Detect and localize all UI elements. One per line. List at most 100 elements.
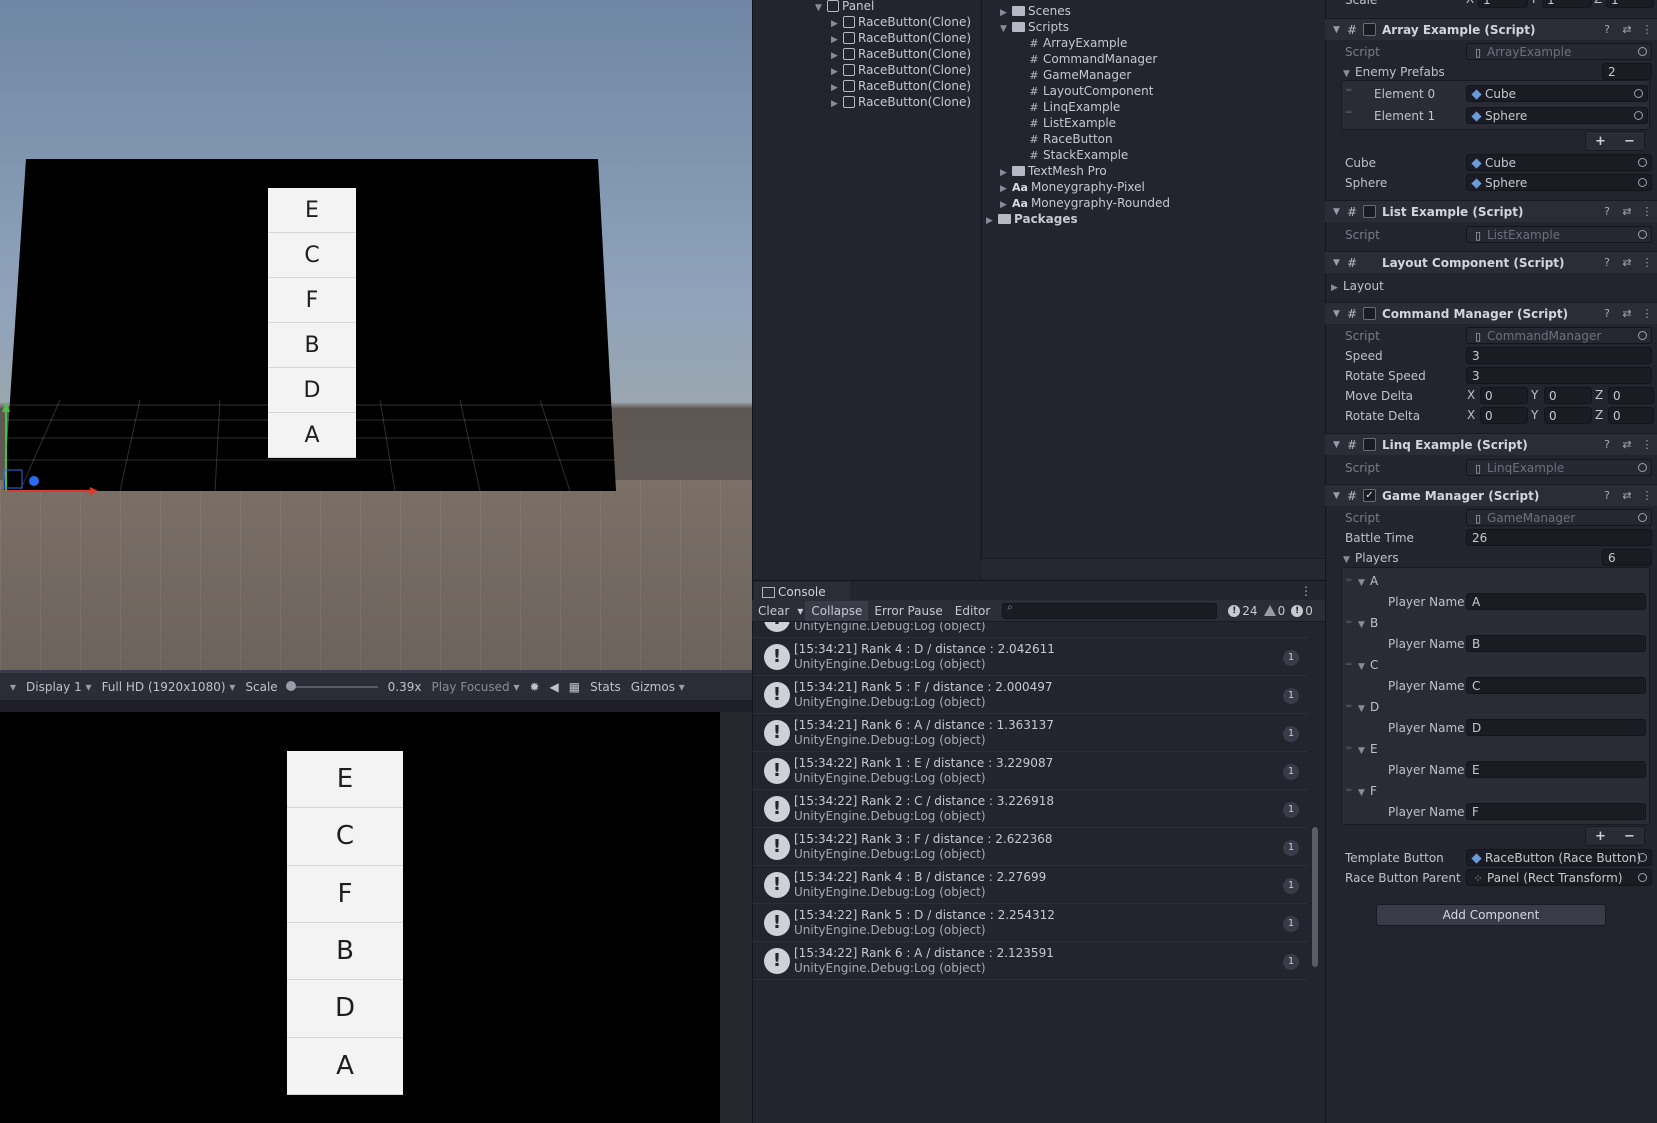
move-delta-y-field[interactable]: 0 [1544,387,1592,404]
console-log-list[interactable]: !UnityEngine.Debug:Log (object) ![15:34:… [752,622,1307,982]
console-log-entry[interactable]: ! [15:34:22] Rank 5 : D / distance : 2.25… [752,904,1307,942]
help-icon[interactable]: ? [1597,23,1617,36]
component-header-array-example[interactable]: ▼ # Array Example (Script) ? ⇄ ⋮ [1325,18,1657,40]
help-icon[interactable]: ? [1597,438,1617,451]
warning-count-toggle[interactable]: 0 [1261,604,1289,618]
console-log-entry[interactable]: ! [15:34:22] Rank 4 : B / distance : 2.27… [752,866,1307,904]
stats-button[interactable]: Stats [590,680,621,694]
triangle-down-icon[interactable]: ▼ [1358,700,1370,718]
triangle-down-icon[interactable]: ▼ [1358,658,1370,676]
object-picker-icon[interactable] [1638,463,1647,472]
project-script-file[interactable]: # ListExample [1028,115,1116,131]
scale-y-field[interactable]: 1 [1542,0,1592,8]
game-view[interactable]: E C F B D A [0,712,720,1123]
preset-icon[interactable]: ⇄ [1617,438,1637,451]
clear-button[interactable]: Clear [752,601,795,621]
console-log-entry[interactable]: !UnityEngine.Debug:Log (object) [752,622,1307,638]
component-enable-checkbox[interactable]: ✓ [1363,489,1376,502]
object-picker-icon[interactable] [1638,873,1647,882]
cube-field[interactable]: Cube [1466,154,1652,171]
kebab-menu-icon[interactable]: ⋮ [1637,489,1657,502]
kebab-menu-icon[interactable]: ⋮ [1637,438,1657,451]
console-scroll-thumb[interactable] [1312,827,1318,967]
display-dropdown[interactable]: Display 1 [26,680,92,694]
drag-handle-icon[interactable]: ═ [1346,576,1351,586]
triangle-down-icon[interactable]: ▼ [1333,309,1347,319]
kebab-menu-icon[interactable]: ⋮ [1637,307,1657,320]
object-picker-icon[interactable] [1638,158,1647,167]
triangle-down-icon[interactable]: ▼ [1333,207,1347,217]
object-picker-icon[interactable] [1638,331,1647,340]
error-pause-toggle[interactable]: Error Pause [868,601,948,621]
player-name-field[interactable]: C [1466,677,1646,694]
editor-dropdown[interactable]: Editor [949,601,997,621]
preset-icon[interactable]: ⇄ [1617,256,1637,269]
project-script-file[interactable]: # CommandManager [1028,51,1157,67]
player-name-field[interactable]: F [1466,803,1646,820]
move-delta-z-field[interactable]: 0 [1608,387,1654,404]
preset-icon[interactable]: ⇄ [1617,489,1637,502]
resolution-dropdown[interactable]: Full HD (1920x1080) [102,680,236,694]
battle-time-field[interactable]: 26 [1466,529,1652,546]
drag-handle-icon[interactable]: ═ [1346,660,1351,670]
project-font-asset[interactable]: ▶ Aa Moneygraphy-Pixel [1000,179,1145,195]
triangle-down-icon[interactable]: ▼ [1358,574,1370,592]
triangle-down-icon[interactable]: ▼ [1358,616,1370,634]
object-picker-icon[interactable] [1638,47,1647,56]
project-script-file[interactable]: # ArrayExample [1028,35,1127,51]
help-icon[interactable]: ? [1597,307,1617,320]
player-foldout[interactable]: ▼ C [1358,656,1378,674]
tab-console[interactable]: Console [754,582,850,602]
enemy-prefabs-size-field[interactable]: 2 [1602,63,1652,80]
component-enable-checkbox[interactable] [1363,23,1376,36]
player-foldout[interactable]: ▼ A [1358,572,1378,590]
rotate-delta-y-field[interactable]: 0 [1544,407,1592,424]
component-header-linq-example[interactable]: ▼ # Linq Example (Script) ? ⇄ ⋮ [1325,433,1657,455]
preset-icon[interactable]: ⇄ [1617,307,1637,320]
chevron-down-icon[interactable]: ▾ [795,601,805,621]
console-search-input[interactable] [1002,602,1218,619]
scene-view[interactable]: E C F B D A [0,0,752,670]
kebab-menu-icon[interactable]: ⋮ [1637,205,1657,218]
triangle-down-icon[interactable]: ▼ [1333,258,1347,268]
project-script-file[interactable]: # LayoutComponent [1028,83,1153,99]
component-header-command-manager[interactable]: ▼ # Command Manager (Script) ? ⇄ ⋮ [1325,302,1657,324]
add-element-button[interactable]: + [1595,134,1606,149]
object-picker-icon[interactable] [1638,853,1647,862]
player-foldout[interactable]: ▼ F [1358,782,1377,800]
preset-icon[interactable]: ⇄ [1617,23,1637,36]
gizmos-dropdown[interactable]: Gizmos [631,680,685,694]
rotate-delta-x-field[interactable]: 0 [1480,407,1528,424]
rotate-delta-z-field[interactable]: 0 [1608,407,1654,424]
component-header-list-example[interactable]: ▼ # List Example (Script) ? ⇄ ⋮ [1325,200,1657,222]
element-1-field[interactable]: Sphere [1466,107,1648,124]
hierarchy-item-racebutton[interactable]: ▶ RaceButton(Clone) [831,78,971,94]
project-script-file[interactable]: # RaceButton [1028,131,1112,147]
player-foldout[interactable]: ▼ B [1358,614,1378,632]
speed-field[interactable]: 3 [1466,347,1652,364]
project-script-file[interactable]: # GameManager [1028,67,1131,83]
play-mode-dropdown[interactable]: Play Focused [432,680,520,694]
project-font-asset[interactable]: ▶ Aa Moneygraphy-Rounded [1000,195,1170,211]
mute-bug-icon[interactable]: ✹ [529,680,539,694]
triangle-down-icon[interactable]: ▼ [1358,784,1370,802]
race-button-parent-field[interactable]: ⁘ Panel (Rect Transform) [1466,869,1652,886]
project-folder-scripts[interactable]: ▼ Scripts [1000,19,1069,35]
audio-icon[interactable]: ◀ [550,680,559,694]
triangle-right-icon[interactable]: ▶ [986,213,998,229]
player-foldout[interactable]: ▼ D [1358,698,1379,716]
object-picker-icon[interactable] [1638,513,1647,522]
hierarchy-item-panel[interactable]: ▼ Panel [815,0,874,14]
console-menu-icon[interactable]: ⋮ [1300,584,1312,598]
object-picker-icon[interactable] [1634,111,1643,120]
object-picker-icon[interactable] [1638,230,1647,239]
remove-element-button[interactable]: − [1624,829,1635,844]
triangle-down-icon[interactable]: ▼ [1358,742,1370,760]
sphere-field[interactable]: Sphere [1466,174,1652,191]
hierarchy-item-racebutton[interactable]: ▶ RaceButton(Clone) [831,46,971,62]
template-button-field[interactable]: RaceButton (Race Button) [1466,849,1652,866]
keyboard-icon[interactable]: ▦ [569,680,580,694]
component-header-game-manager[interactable]: ▼ # ✓ Game Manager (Script) ? ⇄ ⋮ [1325,484,1657,506]
object-picker-icon[interactable] [1638,178,1647,187]
scale-z-field[interactable]: 1 [1606,0,1654,8]
